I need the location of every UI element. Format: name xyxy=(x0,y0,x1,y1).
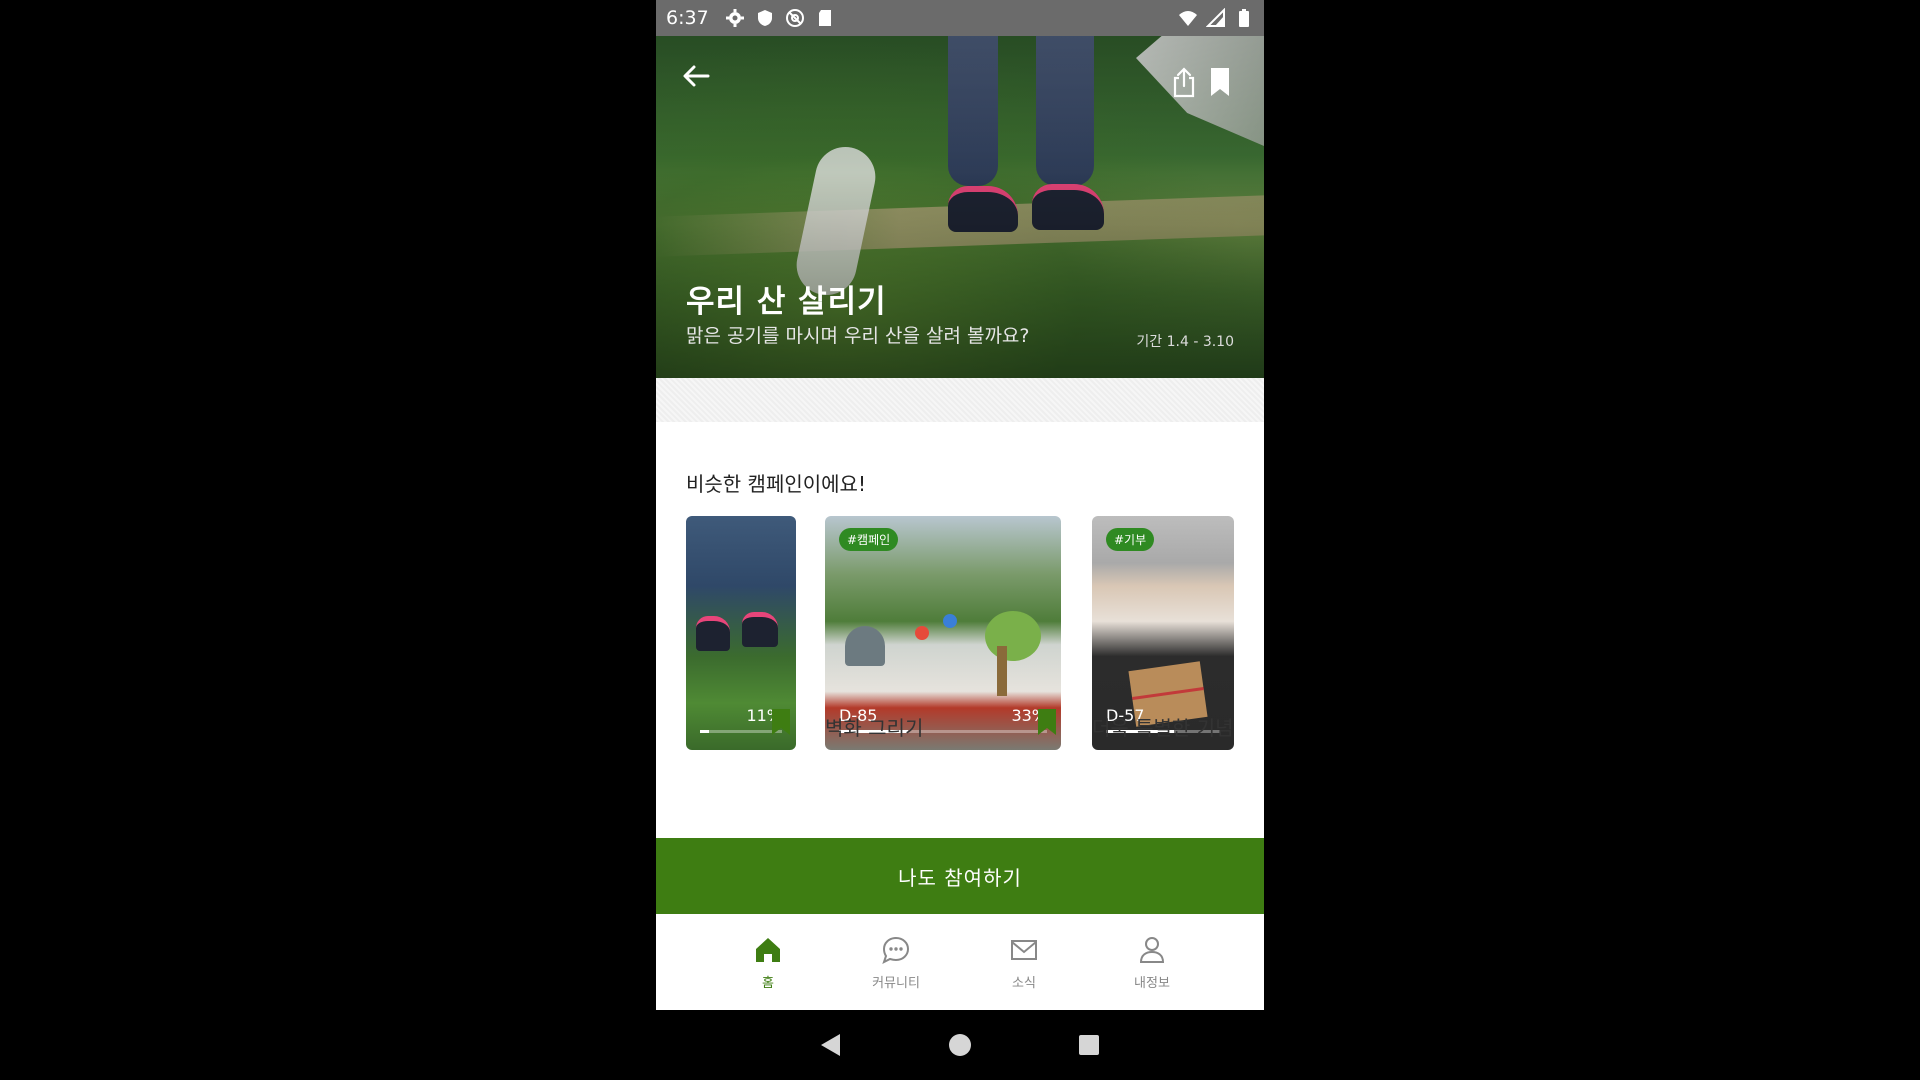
card-label[interactable]: 더욱 특별한 기념 xyxy=(1092,712,1234,741)
nav-item-profile[interactable]: 내정보 xyxy=(1107,934,1197,991)
nav-label: 내정보 xyxy=(1134,975,1170,991)
nav-label: 소식 xyxy=(1012,975,1036,991)
nav-item-home[interactable]: 홈 xyxy=(723,934,813,991)
section-divider xyxy=(656,378,1264,422)
share-icon[interactable] xyxy=(1170,66,1198,98)
nav-item-news[interactable]: 소식 xyxy=(979,934,1069,991)
gear-icon xyxy=(725,9,744,27)
system-navigation xyxy=(656,1010,1264,1080)
hero-image: 우리 산 살리기 맑은 공기를 마시며 우리 산을 살려 볼까요? 기간 1.4… xyxy=(656,36,1264,378)
nav-item-community[interactable]: 커뮤니티 xyxy=(851,934,941,991)
back-triangle-icon[interactable] xyxy=(818,1032,844,1058)
recents-square-icon[interactable] xyxy=(1076,1032,1102,1058)
bookmark-icon[interactable] xyxy=(1036,708,1058,736)
nav-label: 커뮤니티 xyxy=(872,975,920,991)
bookmark-icon[interactable] xyxy=(1208,66,1232,98)
nav-label: 홈 xyxy=(762,975,774,991)
wifi-icon xyxy=(1179,11,1197,26)
person-icon xyxy=(1139,936,1165,963)
campaign-subtitle: 맑은 공기를 마시며 우리 산을 살려 볼까요? xyxy=(686,325,1030,347)
similar-campaigns-section: 비슷한 캠페인이에요! 11% #캠페인 D-85 33% 벽화 그리기 #기부… xyxy=(656,422,1264,838)
cell-signal-icon xyxy=(1206,8,1225,27)
home-circle-icon[interactable] xyxy=(947,1032,973,1058)
card-tag: #캠페인 xyxy=(839,528,899,551)
chat-bubble-icon xyxy=(882,936,910,964)
card-label[interactable]: 벽화 그리기 xyxy=(825,712,923,741)
at-sign-icon xyxy=(785,9,804,27)
bookmark-icon[interactable] xyxy=(770,708,792,736)
bottom-navigation: 홈 커뮤니티 소식 내정보 xyxy=(656,914,1264,1010)
section-title: 비슷한 캠페인이에요! xyxy=(686,472,866,496)
campaign-period: 기간 1.4 - 3.10 xyxy=(1136,334,1234,350)
card-tag: #기부 xyxy=(1106,528,1155,551)
phone-screen: 6:37 우리 산 살리기 맑은 공기를 마시며 우리 산을 살려 볼까요? 기… xyxy=(656,0,1264,1080)
sd-card-icon xyxy=(818,10,831,26)
mail-icon xyxy=(1011,939,1037,960)
battery-icon xyxy=(1239,9,1249,27)
campaign-title: 우리 산 살리기 xyxy=(686,284,887,320)
status-time: 6:37 xyxy=(666,7,709,29)
shield-icon xyxy=(757,10,772,26)
card-progress-fill xyxy=(700,730,710,733)
join-campaign-button[interactable]: 나도 참여하기 xyxy=(656,838,1264,914)
home-icon xyxy=(756,937,780,962)
back-arrow-icon[interactable] xyxy=(678,58,714,94)
status-bar: 6:37 xyxy=(656,0,1264,36)
